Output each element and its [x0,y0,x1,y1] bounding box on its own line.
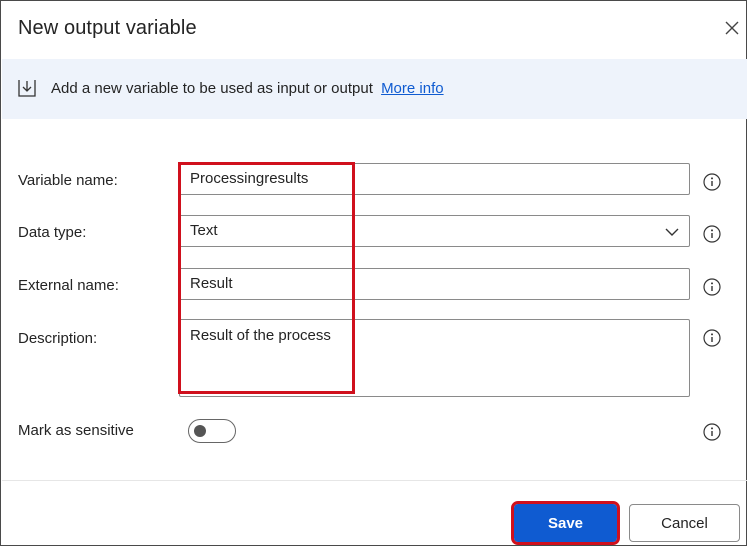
info-icon[interactable] [703,278,721,296]
info-bar: Add a new variable to be used as input o… [2,59,747,119]
info-icon[interactable] [703,225,721,243]
new-output-variable-dialog: New output variable Add a new variable t… [0,0,747,546]
description-value: Result of the process [190,327,331,344]
sensitive-toggle[interactable] [188,419,236,443]
info-icon[interactable] [703,173,721,191]
info-icon[interactable] [703,423,721,441]
cancel-button[interactable]: Cancel [629,504,740,542]
data-type-label: Data type: [18,224,87,241]
external-name-input[interactable]: Result [179,268,690,300]
more-info-link[interactable]: More info [381,80,444,97]
sensitive-label: Mark as sensitive [18,422,134,439]
external-name-label: External name: [18,277,119,294]
toggle-knob [194,425,206,437]
dialog-title: New output variable [18,17,197,39]
description-textarea[interactable]: Result of the process [179,319,690,397]
data-type-value: Text [190,222,218,239]
close-icon[interactable] [722,18,742,38]
info-message-text: Add a new variable to be used as input o… [51,80,373,97]
variable-name-label: Variable name: [18,172,118,189]
save-button[interactable]: Save [511,501,620,545]
data-type-select[interactable]: Text [179,215,690,247]
footer-divider [2,480,747,481]
variable-name-input[interactable]: Processingresults [179,163,690,195]
variable-name-value: Processingresults [190,170,309,187]
info-icon[interactable] [703,329,721,347]
chevron-down-icon [665,228,679,236]
download-icon [18,80,36,97]
description-label: Description: [18,330,98,347]
external-name-value: Result [190,275,233,292]
info-message: Add a new variable to be used as input o… [51,80,444,97]
